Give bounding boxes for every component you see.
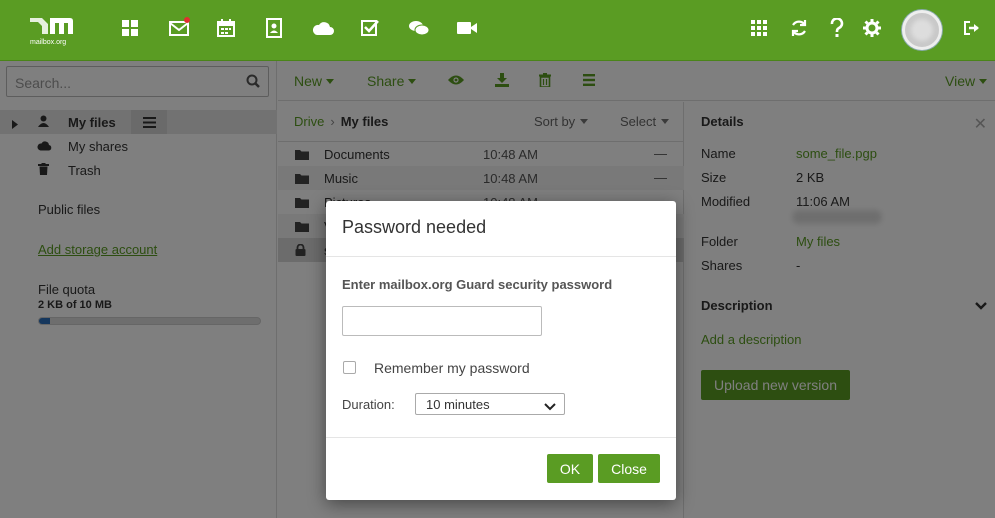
refresh-icon[interactable] <box>788 17 810 39</box>
help-icon[interactable] <box>826 17 848 39</box>
divider <box>326 437 676 438</box>
portal-icon[interactable] <box>119 17 141 39</box>
logo-subtext: mailbox.org <box>30 39 67 46</box>
unread-badge <box>184 17 190 23</box>
remember-password-checkbox[interactable] <box>343 361 356 374</box>
duration-value: 10 minutes <box>426 397 490 412</box>
avatar[interactable] <box>902 10 942 50</box>
tasks-icon[interactable] <box>359 17 381 39</box>
ok-button[interactable]: OK <box>547 454 593 483</box>
password-prompt: Enter mailbox.org Guard security passwor… <box>342 277 613 292</box>
logo-mark-icon <box>30 18 73 34</box>
chevron-down-icon <box>544 399 556 414</box>
remember-password-label[interactable]: Remember my password <box>374 360 530 376</box>
dialog-title: Password needed <box>342 217 487 237</box>
password-field[interactable] <box>342 306 542 336</box>
mail-icon[interactable] <box>168 17 190 39</box>
address-book-icon[interactable] <box>263 17 285 39</box>
settings-icon[interactable] <box>861 17 883 39</box>
calendar-icon[interactable] <box>215 17 237 39</box>
chat-icon[interactable] <box>408 17 430 39</box>
dialog-header: Password needed <box>326 201 676 257</box>
mailbox-logo[interactable]: mailbox.org <box>28 14 76 46</box>
close-button[interactable]: Close <box>598 454 660 483</box>
duration-label: Duration: <box>342 397 395 412</box>
apps-grid-icon[interactable] <box>748 17 770 39</box>
top-bar: mailbox.org <box>0 0 995 61</box>
logout-icon[interactable] <box>961 17 983 39</box>
password-dialog: Password needed Enter mailbox.org Guard … <box>326 201 676 500</box>
drive-icon[interactable] <box>312 17 334 39</box>
video-icon[interactable] <box>456 17 478 39</box>
duration-select[interactable]: 10 minutes <box>415 393 565 415</box>
